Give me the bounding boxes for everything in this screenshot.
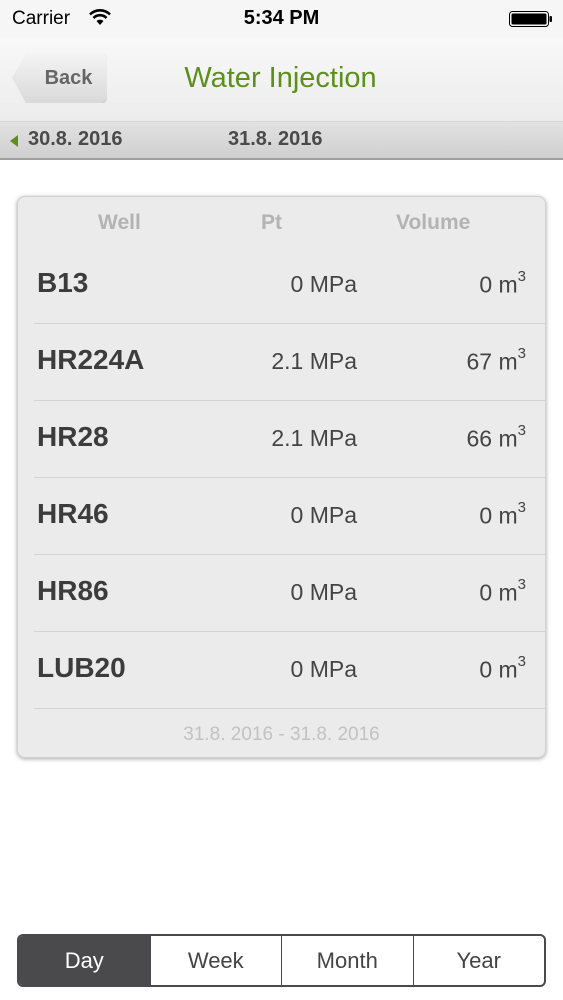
volume-text: 0 m bbox=[479, 502, 518, 529]
volume-text: 0 m bbox=[479, 656, 518, 683]
volume-text: 67 m bbox=[466, 348, 518, 375]
triangle-left-icon[interactable] bbox=[10, 135, 18, 147]
battery-icon bbox=[509, 11, 552, 27]
pressure-value: 2.1 MPa bbox=[271, 425, 357, 451]
well-name: HR86 bbox=[37, 575, 109, 606]
pressure-value: 0 MPa bbox=[290, 271, 357, 297]
previous-date-link[interactable]: 30.8. 2016 bbox=[28, 128, 123, 151]
volume-value: 67 m3 bbox=[466, 345, 526, 376]
well-name: HR46 bbox=[37, 498, 109, 529]
status-bar: Carrier 5:34 PM bbox=[0, 0, 563, 38]
unit-exponent: 3 bbox=[517, 345, 526, 362]
unit-exponent: 3 bbox=[517, 653, 526, 670]
well-name: HR28 bbox=[37, 421, 109, 452]
volume-value: 0 m3 bbox=[479, 499, 526, 530]
segment-day[interactable]: Day bbox=[19, 936, 151, 985]
unit-exponent: 3 bbox=[517, 422, 526, 439]
page-title: Water Injection bbox=[0, 62, 563, 95]
volume-text: 0 m bbox=[479, 579, 518, 606]
date-range-footer: 31.8. 2016 - 31.8. 2016 bbox=[183, 724, 380, 745]
status-time: 5:34 PM bbox=[243, 7, 320, 29]
row-divider bbox=[34, 708, 545, 709]
table-row: HR86 0 MPa 0 m3 bbox=[18, 555, 545, 632]
well-name: LUB20 bbox=[37, 652, 126, 683]
segment-month[interactable]: Month bbox=[282, 936, 414, 985]
segment-year[interactable]: Year bbox=[414, 936, 545, 985]
period-segmented-control: Day Week Month Year bbox=[17, 934, 546, 987]
column-header-well: Well bbox=[98, 211, 141, 234]
column-header-pt: Pt bbox=[261, 211, 282, 234]
well-name: B13 bbox=[37, 267, 89, 298]
page-title-text: Water Injection bbox=[184, 62, 377, 94]
table-row: HR46 0 MPa 0 m3 bbox=[18, 478, 545, 555]
column-header-volume: Volume bbox=[396, 211, 471, 234]
navigation-bar: Back Water Injection bbox=[0, 38, 563, 122]
pressure-value: 0 MPa bbox=[290, 579, 357, 605]
unit-exponent: 3 bbox=[517, 576, 526, 593]
volume-value: 0 m3 bbox=[479, 576, 526, 607]
well-data-card: Well Pt Volume B13 0 MPa 0 m3 HR224A 2.1… bbox=[17, 196, 546, 758]
table-row: B13 0 MPa 0 m3 bbox=[18, 247, 545, 324]
table-row: LUB20 0 MPa 0 m3 bbox=[18, 632, 545, 709]
volume-text: 0 m bbox=[479, 271, 518, 298]
segment-week[interactable]: Week bbox=[151, 936, 282, 985]
volume-text: 66 m bbox=[466, 425, 518, 452]
well-name: HR224A bbox=[37, 344, 145, 375]
table-row: HR28 2.1 MPa 66 m3 bbox=[18, 401, 545, 478]
table-row: HR224A 2.1 MPa 67 m3 bbox=[18, 324, 545, 401]
pressure-value: 0 MPa bbox=[290, 656, 357, 682]
unit-exponent: 3 bbox=[517, 499, 526, 516]
unit-exponent: 3 bbox=[517, 268, 526, 285]
date-bar: 30.8. 2016 31.8. 2016 bbox=[0, 122, 563, 160]
pressure-value: 2.1 MPa bbox=[271, 348, 357, 374]
volume-value: 0 m3 bbox=[479, 653, 526, 684]
volume-value: 66 m3 bbox=[466, 422, 526, 453]
pressure-value: 0 MPa bbox=[290, 502, 357, 528]
volume-value: 0 m3 bbox=[479, 268, 526, 299]
current-date: 31.8. 2016 bbox=[228, 128, 323, 150]
